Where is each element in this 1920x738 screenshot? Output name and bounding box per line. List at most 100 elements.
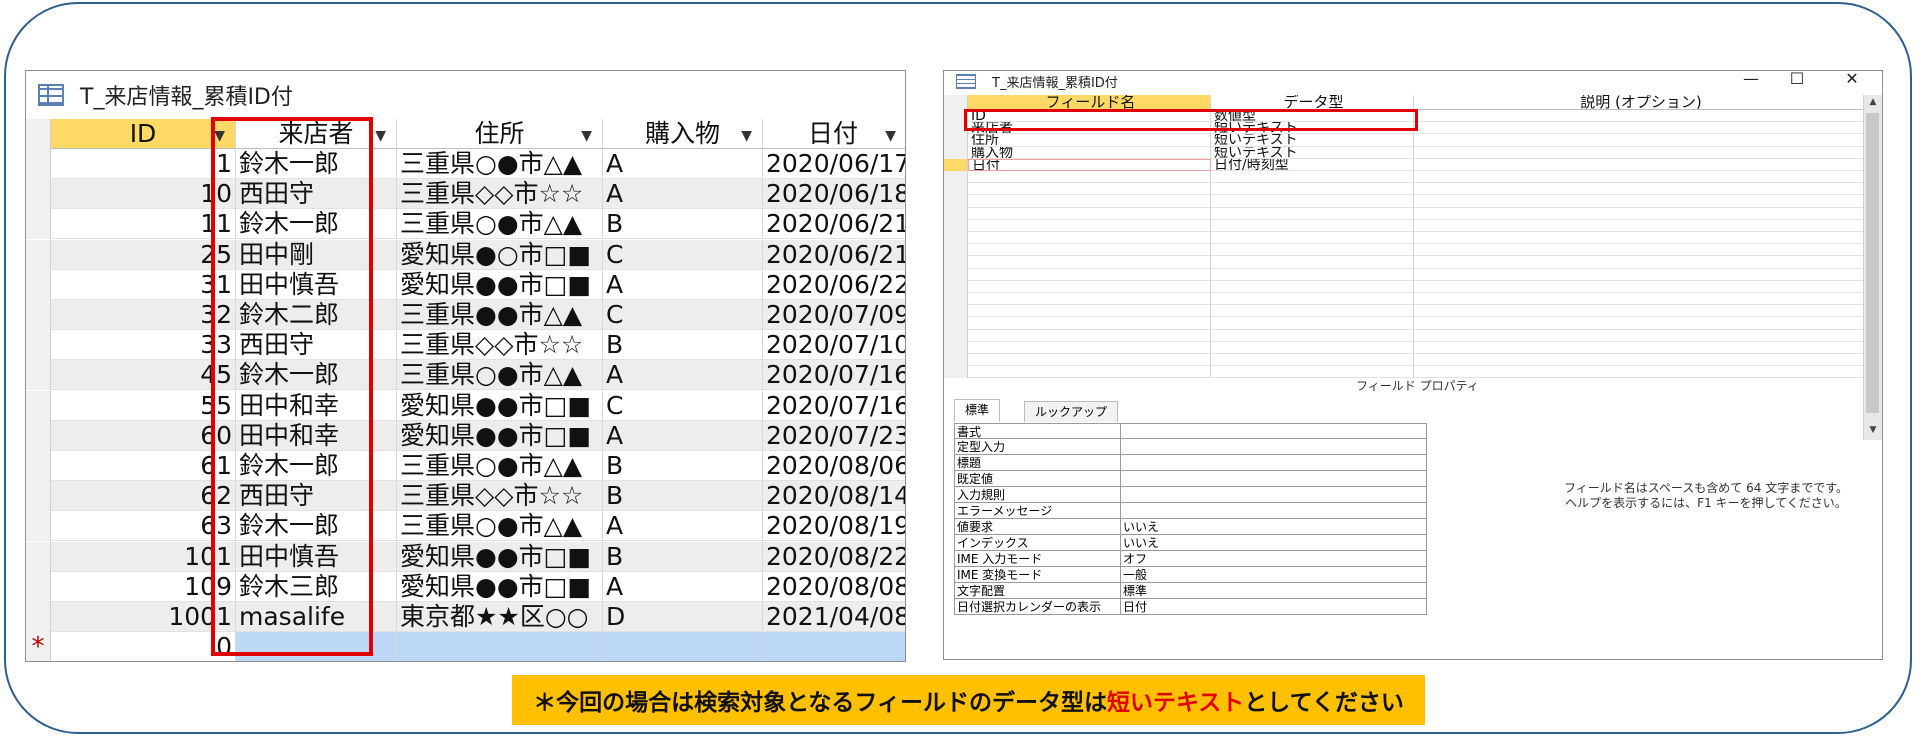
description-cell[interactable] <box>1414 317 1866 330</box>
cell-id[interactable]: 31 <box>51 269 236 300</box>
property-row[interactable]: IME 入力モード オフ <box>954 551 1427 567</box>
property-row[interactable]: 書式 <box>954 423 1427 439</box>
cell-address[interactable]: 愛知県●●市□■ <box>397 390 603 421</box>
cell-purchase[interactable]: A <box>603 420 763 451</box>
property-row[interactable]: エラーメッセージ <box>954 503 1427 519</box>
cell-purchase[interactable]: B <box>603 541 763 572</box>
empty-field-row[interactable] <box>944 317 1866 330</box>
dropdown-arrow-icon[interactable]: ▼ <box>885 121 896 148</box>
cell-address[interactable]: 三重県◇◇市☆☆ <box>397 179 603 210</box>
property-row[interactable]: IME 変換モード 一般 <box>954 567 1427 583</box>
data-type-cell[interactable]: 短いテキスト <box>1211 134 1414 147</box>
cell-date[interactable]: 2020/06/21 <box>763 239 905 270</box>
field-name-cell[interactable] <box>968 341 1211 354</box>
cell-id[interactable]: 55 <box>51 390 236 421</box>
cell-address[interactable]: 三重県◇◇市☆☆ <box>397 481 603 512</box>
row-selector[interactable] <box>944 366 968 379</box>
cell-purchase[interactable]: C <box>603 390 763 421</box>
row-selector[interactable] <box>944 207 968 220</box>
dropdown-arrow-icon[interactable]: ▼ <box>581 121 592 148</box>
description-cell[interactable] <box>1414 293 1866 306</box>
data-type-cell[interactable] <box>1211 183 1414 196</box>
empty-field-row[interactable] <box>944 280 1866 293</box>
row-selector[interactable] <box>26 239 51 270</box>
data-type-cell[interactable] <box>1211 219 1414 232</box>
table-row[interactable]: 101 田中慎吾 愛知県●●市□■ B 2020/08/22 <box>26 541 905 572</box>
cell-visitor[interactable]: 田中和幸 <box>236 420 397 451</box>
row-selector[interactable] <box>26 481 51 512</box>
field-name-cell[interactable] <box>968 207 1211 220</box>
field-name-cell[interactable]: ID <box>968 110 1211 123</box>
field-row[interactable]: 購入物 短いテキスト <box>944 146 1866 159</box>
cell-visitor[interactable]: masalife <box>236 602 397 632</box>
row-selector[interactable] <box>26 511 51 542</box>
cell-address[interactable]: 愛知県●●市□■ <box>397 571 603 602</box>
cell-id[interactable]: 11 <box>51 209 236 240</box>
description-cell[interactable] <box>1414 110 1866 123</box>
cell-address[interactable]: 愛知県●○市□■ <box>397 239 603 270</box>
row-selector[interactable] <box>944 244 968 257</box>
cell-address[interactable]: 愛知県●●市□■ <box>397 269 603 300</box>
field-name-cell[interactable] <box>968 244 1211 257</box>
cell-address[interactable]: 愛知県●●市□■ <box>397 420 603 451</box>
data-type-cell[interactable] <box>1211 268 1414 281</box>
field-name-cell[interactable] <box>968 354 1211 367</box>
row-selector[interactable] <box>944 232 968 245</box>
table-row[interactable]: 31 田中慎吾 愛知県●●市□■ A 2020/06/22 <box>26 269 905 300</box>
property-value[interactable]: いいえ <box>1120 535 1427 551</box>
field-name-cell[interactable]: 住所 <box>968 134 1211 147</box>
cell-purchase[interactable]: C <box>603 300 763 330</box>
property-value[interactable] <box>1120 487 1427 503</box>
description-cell[interactable] <box>1414 122 1866 135</box>
cell-date[interactable]: 2020/07/16 <box>763 391 905 421</box>
data-type-cell[interactable]: 日付/時刻型 <box>1211 158 1414 171</box>
table-row[interactable]: 63 鈴木一郎 三重県○●市△▲ A 2020/08/19 <box>26 511 905 542</box>
row-selector[interactable] <box>26 390 51 421</box>
table-row[interactable]: 1001 masalife 東京都★★区○○ D 2021/04/08 <box>26 602 905 632</box>
row-selector[interactable] <box>944 171 968 184</box>
field-name-cell[interactable]: 日付 <box>968 158 1211 171</box>
column-header-purchase[interactable]: 購入物 ▼ <box>603 119 763 149</box>
cell-visitor[interactable]: 鈴木一郎 <box>236 451 397 481</box>
vertical-scrollbar[interactable]: ▲ ▼ <box>1863 95 1882 440</box>
cell-purchase[interactable]: B <box>603 330 763 361</box>
cell-purchase[interactable]: A <box>603 269 763 300</box>
cell-id[interactable]: 101 <box>51 541 236 572</box>
cell-date[interactable]: 2020/06/17 <box>763 149 905 179</box>
scroll-up-icon[interactable]: ▲ <box>1864 97 1882 107</box>
cell-address[interactable]: 愛知県●●市□■ <box>397 541 603 572</box>
select-all-corner[interactable] <box>26 119 51 149</box>
cell-visitor[interactable]: 田中慎吾 <box>236 269 397 300</box>
data-type-cell[interactable] <box>1211 280 1414 293</box>
table-row[interactable]: 60 田中和幸 愛知県●●市□■ A 2020/07/23 <box>26 420 905 451</box>
row-selector[interactable] <box>944 183 968 196</box>
description-cell[interactable] <box>1414 195 1866 208</box>
description-cell[interactable] <box>1414 280 1866 293</box>
property-value[interactable]: いいえ <box>1120 519 1427 535</box>
property-row[interactable]: インデックス いいえ <box>954 535 1427 551</box>
cell-date[interactable]: 2020/07/16 <box>763 360 905 391</box>
property-value[interactable] <box>1120 455 1427 471</box>
cell-id[interactable]: 61 <box>51 451 236 481</box>
empty-field-row[interactable] <box>944 244 1866 257</box>
cell-id[interactable]: 33 <box>51 330 236 361</box>
property-value[interactable] <box>1120 423 1427 439</box>
field-row[interactable]: 住所 短いテキスト <box>944 134 1866 147</box>
field-name-cell[interactable] <box>968 305 1211 318</box>
table-row[interactable]: 10 西田守 三重県◇◇市☆☆ A 2020/06/18 <box>26 179 905 210</box>
cell-id[interactable]: 1 <box>51 149 236 179</box>
cell-purchase[interactable]: C <box>603 239 763 270</box>
table-row[interactable]: 61 鈴木一郎 三重県○●市△▲ B 2020/08/06 <box>26 451 905 481</box>
cell-address[interactable]: 三重県○●市△▲ <box>397 149 603 179</box>
cell-address[interactable]: 三重県○●市△▲ <box>397 360 603 391</box>
row-selector[interactable] <box>26 541 51 572</box>
cell-date[interactable]: 2020/08/19 <box>763 511 905 542</box>
empty-field-row[interactable] <box>944 305 1866 318</box>
description-cell[interactable] <box>1414 244 1866 257</box>
property-row[interactable]: 値要求 いいえ <box>954 519 1427 535</box>
cell-address[interactable]: 東京都★★区○○ <box>397 602 603 632</box>
description-cell[interactable] <box>1414 256 1866 269</box>
cell-id[interactable]: 25 <box>51 239 236 270</box>
row-selector[interactable] <box>944 110 968 123</box>
data-type-cell[interactable] <box>1211 244 1414 257</box>
